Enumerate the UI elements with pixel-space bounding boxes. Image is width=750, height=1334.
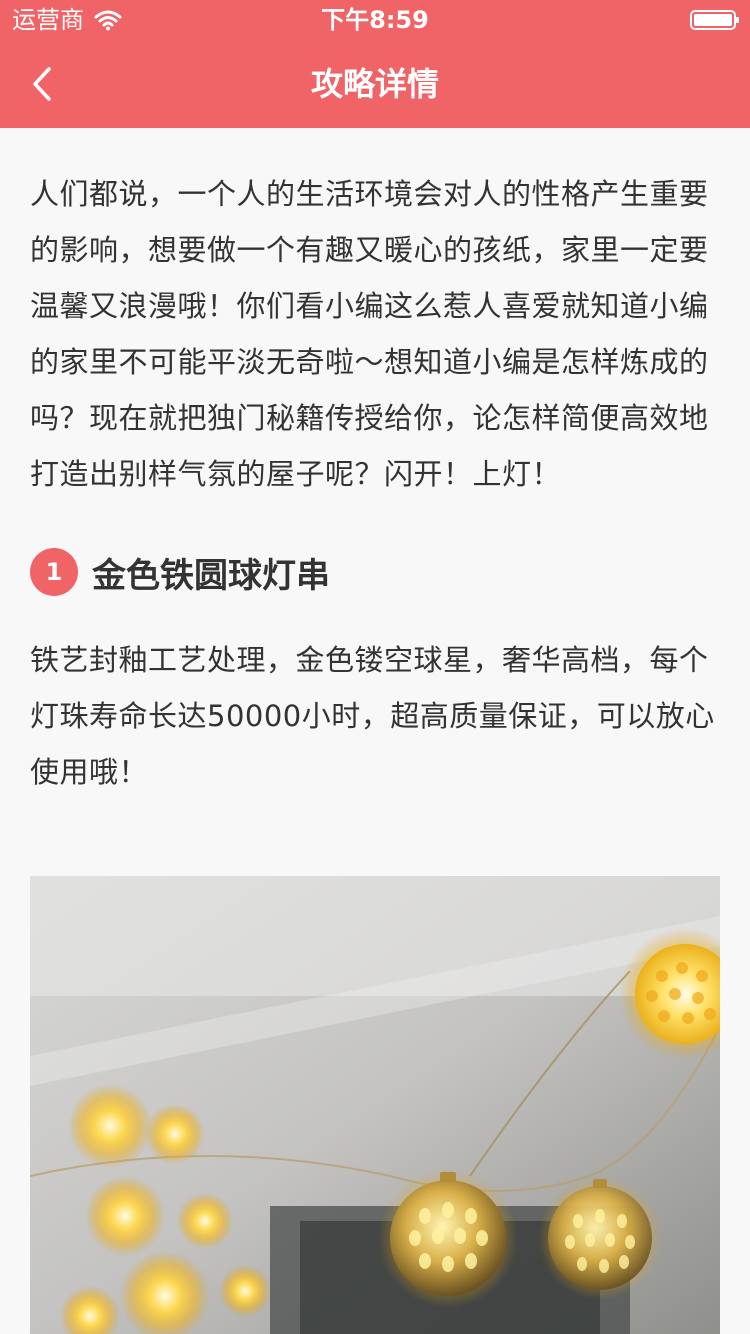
section-heading: 1 金色铁圆球灯串 xyxy=(30,544,720,600)
status-time: 下午8:59 xyxy=(321,6,429,34)
chevron-left-icon xyxy=(33,67,51,101)
page-title: 攻略详情 xyxy=(310,65,439,103)
section-description: 铁艺封釉工艺处理，金色镂空球星，奢华高档，每个灯珠寿命长达50000小时，超高质… xyxy=(30,643,715,789)
back-button[interactable] xyxy=(18,56,66,112)
string-lights-photo xyxy=(30,876,720,1334)
product-photo xyxy=(30,876,720,1334)
article-intro: 人们都说，一个人的生活环境会对人的性格产生重要的影响，想要做一个有趣又暖心的孩纸… xyxy=(30,177,709,491)
article-content: 人们都说，一个人的生活环境会对人的性格产生重要的影响，想要做一个有趣又暖心的孩纸… xyxy=(30,128,720,800)
section-title: 金色铁圆球灯串 xyxy=(92,555,330,596)
status-bar: 运营商 下午8:59 xyxy=(0,0,750,40)
section-number-badge: 1 xyxy=(30,548,78,596)
battery-icon xyxy=(690,10,739,30)
nav-bar: 攻略详情 xyxy=(0,40,750,128)
header: 运营商 下午8:59 攻略详情 xyxy=(0,0,750,128)
